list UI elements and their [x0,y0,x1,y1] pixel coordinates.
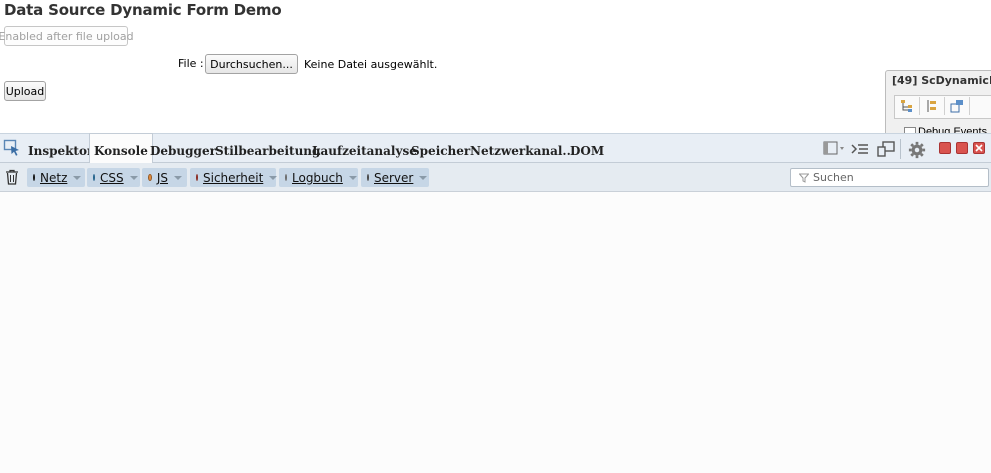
gear-icon[interactable] [907,141,927,159]
minimize-icon[interactable] [939,142,951,154]
hierarchy-icon[interactable] [920,97,945,115]
chevron-down-icon [348,175,357,180]
element-picker-icon[interactable] [3,139,21,157]
tab-debugger[interactable]: Debugger [146,134,220,163]
css-dot-icon [93,174,95,181]
filter-logbuch[interactable]: Logbuch [279,168,358,187]
filter-label: Logbuch [292,170,343,185]
console-output[interactable] [0,192,991,473]
sicherheit-dot-icon [196,174,198,181]
close-icon[interactable] [973,142,985,154]
filter-label: Netz [40,170,68,185]
tab-netzwerkanalyse[interactable]: Netzwerkanal... [466,134,579,163]
file-label: File : [178,57,204,70]
filter-label: CSS [100,170,124,185]
chevron-down-icon [174,175,182,180]
tree-icon[interactable] [895,97,920,115]
js-dot-icon [148,174,152,181]
dynamic-form-panel: [49] ScDynamicFor Debug Events [885,70,991,136]
chevron-down-icon [73,175,82,180]
enabled-after-upload-button[interactable]: Enabled after file upload [0,26,134,46]
chevron-down-icon [419,175,428,180]
split-console-icon[interactable] [850,140,870,158]
filter-funnel-icon [799,173,809,183]
chevron-down-icon [129,175,138,180]
tab-laufzeitanalyse[interactable]: Laufzeitanalyse [308,134,421,163]
search-box[interactable] [790,168,989,187]
panel-toolbar [894,95,991,119]
tab-konsole[interactable]: Konsole [89,133,153,163]
trash-icon[interactable] [5,169,19,185]
tab-speicher[interactable]: Speicher [407,134,474,163]
browse-button[interactable]: Durchsuchen... [205,54,298,74]
console-filter-bar: Netz CSS JS Sicherheit Logbuch Server [0,163,991,192]
filter-js[interactable]: JS [142,168,187,187]
chevron-down-icon [269,175,278,180]
filter-label: Sicherheit [203,170,264,185]
responsive-design-icon[interactable] [876,140,896,158]
dynamic-form-panel-title: [49] ScDynamicFor [892,74,991,87]
no-file-selected-text: Keine Datei ausgewählt. [304,58,438,71]
filter-label: JS [156,170,168,185]
filter-label: Server [374,170,414,185]
devtools-tab-bar: Inspektor Konsole Debugger Stilbearbeitu… [0,133,991,163]
upload-button[interactable]: Upload [4,81,46,101]
page-title: Data Source Dynamic Form Demo [4,1,282,19]
layout-icon[interactable] [945,97,970,115]
search-input[interactable] [813,170,983,185]
tab-inspektor[interactable]: Inspektor [24,134,97,163]
restore-icon[interactable] [956,142,968,154]
toolbar-separator [900,139,901,159]
filter-netz[interactable]: Netz [27,168,85,187]
filter-sicherheit[interactable]: Sicherheit [190,168,278,187]
netz-dot-icon [33,174,35,181]
dock-layout-icon[interactable] [823,140,847,158]
tab-dom[interactable]: DOM [566,134,608,163]
logbuch-dot-icon [285,174,287,181]
filter-server[interactable]: Server [361,168,429,187]
filter-css[interactable]: CSS [87,168,140,187]
server-dot-icon [367,174,369,181]
